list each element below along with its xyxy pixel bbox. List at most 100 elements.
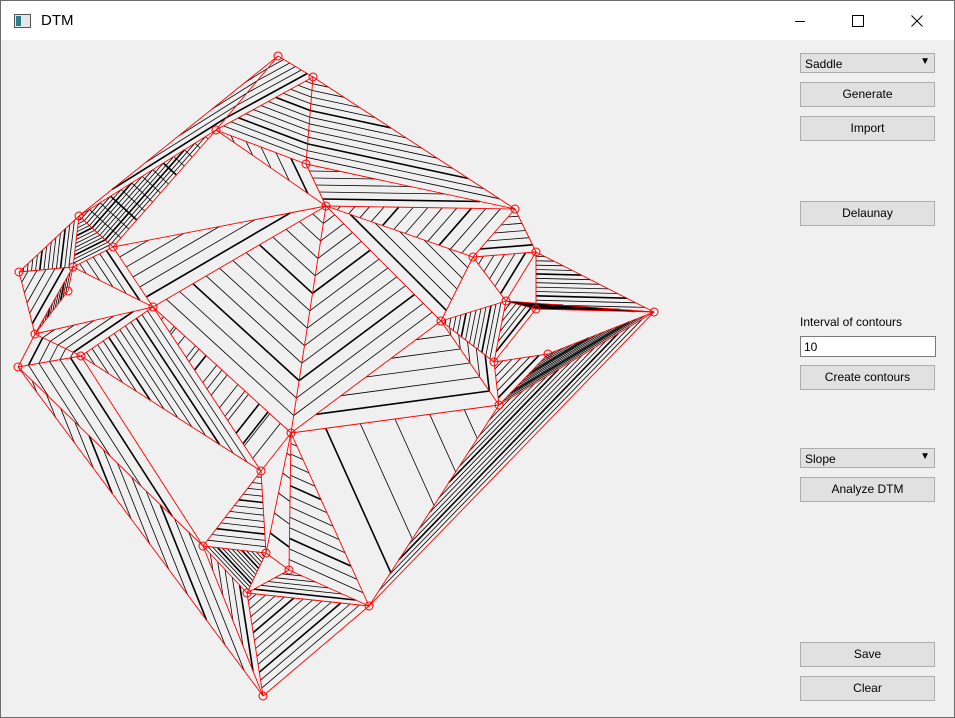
contour-line [249, 594, 267, 610]
contour-line [308, 130, 438, 159]
contour-line [324, 427, 392, 573]
contour-line [307, 143, 469, 180]
title-bar[interactable]: DTM [1, 1, 954, 40]
triangulation-edge [290, 432, 370, 607]
contour-line [275, 96, 311, 112]
contour-line [160, 316, 164, 320]
contour-line [28, 364, 50, 398]
contour-layer [21, 59, 647, 689]
dtm-canvas[interactable] [1, 40, 791, 717]
minimize-button[interactable] [777, 1, 823, 40]
triangulation-edge [34, 333, 82, 357]
contour-line [250, 595, 276, 618]
contour-line [38, 363, 81, 427]
contour-line [59, 348, 67, 360]
contour-line [86, 351, 96, 366]
chevron-down-icon: ▼ [920, 451, 930, 462]
contour-line [429, 414, 457, 473]
contour-line [418, 347, 595, 529]
contour-line [278, 492, 291, 502]
triangulation-edge [368, 311, 655, 607]
generate-button[interactable]: Generate [800, 82, 935, 107]
contour-line [463, 409, 478, 439]
analysis-select[interactable]: Slope ▼ [800, 448, 935, 468]
contour-line [253, 588, 356, 601]
contour-line [244, 67, 268, 84]
contour-line [131, 182, 153, 203]
delaunay-button[interactable]: Delaunay [800, 201, 935, 226]
contour-line [272, 236, 316, 277]
contour-line [461, 208, 501, 254]
triangulation-edge [472, 256, 507, 302]
contour-line [238, 117, 308, 145]
contour-line [473, 308, 482, 347]
contour-line [241, 549, 260, 569]
clear-button[interactable]: Clear [800, 676, 935, 701]
triangulation-edge [78, 129, 217, 217]
contour-line [258, 602, 342, 673]
contour-line [56, 233, 61, 269]
contour-line [309, 170, 341, 172]
contour-line [256, 600, 323, 657]
import-button[interactable]: Import [800, 116, 935, 141]
contour-line [427, 207, 458, 242]
contour-line [35, 254, 38, 271]
contour-line [535, 277, 591, 281]
triangulation-layer [17, 55, 655, 697]
contour-line [97, 344, 123, 383]
contour-line [216, 547, 252, 585]
contour-line [408, 340, 607, 545]
contour-line [49, 361, 111, 457]
contour-line [312, 213, 324, 224]
contour-line [227, 393, 249, 421]
contour-line [238, 499, 263, 504]
contour-line [535, 295, 627, 299]
contour-line [234, 505, 264, 510]
triangulation-edge [215, 129, 327, 207]
triangulation-edge [305, 163, 516, 210]
triangulation-edge [215, 55, 279, 131]
contour-line [478, 255, 484, 265]
contour-line [506, 318, 638, 398]
save-button[interactable]: Save [800, 642, 935, 667]
contour-line [26, 269, 47, 304]
contour-line [59, 359, 142, 487]
maximize-button[interactable] [835, 1, 881, 40]
contour-line [304, 276, 398, 347]
triangulation-edge [34, 266, 74, 335]
contour-line [497, 306, 527, 342]
method-select[interactable]: Saddle ▼ [800, 53, 935, 73]
analysis-select-value: Slope [805, 452, 836, 466]
contour-line [247, 487, 263, 491]
triangulation-edge [440, 256, 474, 322]
triangulation-edge [17, 366, 264, 697]
interval-input[interactable]: 10 [800, 336, 936, 357]
contour-line [77, 220, 85, 225]
triangulation-edge [472, 251, 537, 258]
triangulation-edge [368, 404, 500, 607]
contour-line [416, 207, 443, 238]
contour-line [438, 207, 473, 246]
close-button[interactable] [894, 1, 940, 40]
triangulation-edge [547, 311, 655, 355]
contour-line [225, 72, 308, 119]
contour-line [193, 355, 207, 371]
triangulation-edge [260, 470, 267, 554]
contour-line [261, 604, 360, 689]
contour-line [535, 269, 573, 271]
triangulation-edge [325, 205, 442, 322]
contour-line [452, 316, 457, 331]
triangulation-edge [265, 432, 292, 554]
contour-line [236, 549, 258, 572]
contour-line [465, 311, 472, 340]
contour-line [298, 293, 415, 382]
contour-line [499, 304, 522, 332]
contour-line [223, 125, 307, 158]
contour-line [305, 80, 313, 85]
create-contours-button[interactable]: Create contours [800, 365, 935, 390]
contour-line [224, 390, 246, 417]
contour-line [381, 206, 400, 227]
contour-line [73, 244, 111, 264]
contour-line [147, 310, 248, 463]
analyze-dtm-button[interactable]: Analyze DTM [800, 477, 935, 502]
